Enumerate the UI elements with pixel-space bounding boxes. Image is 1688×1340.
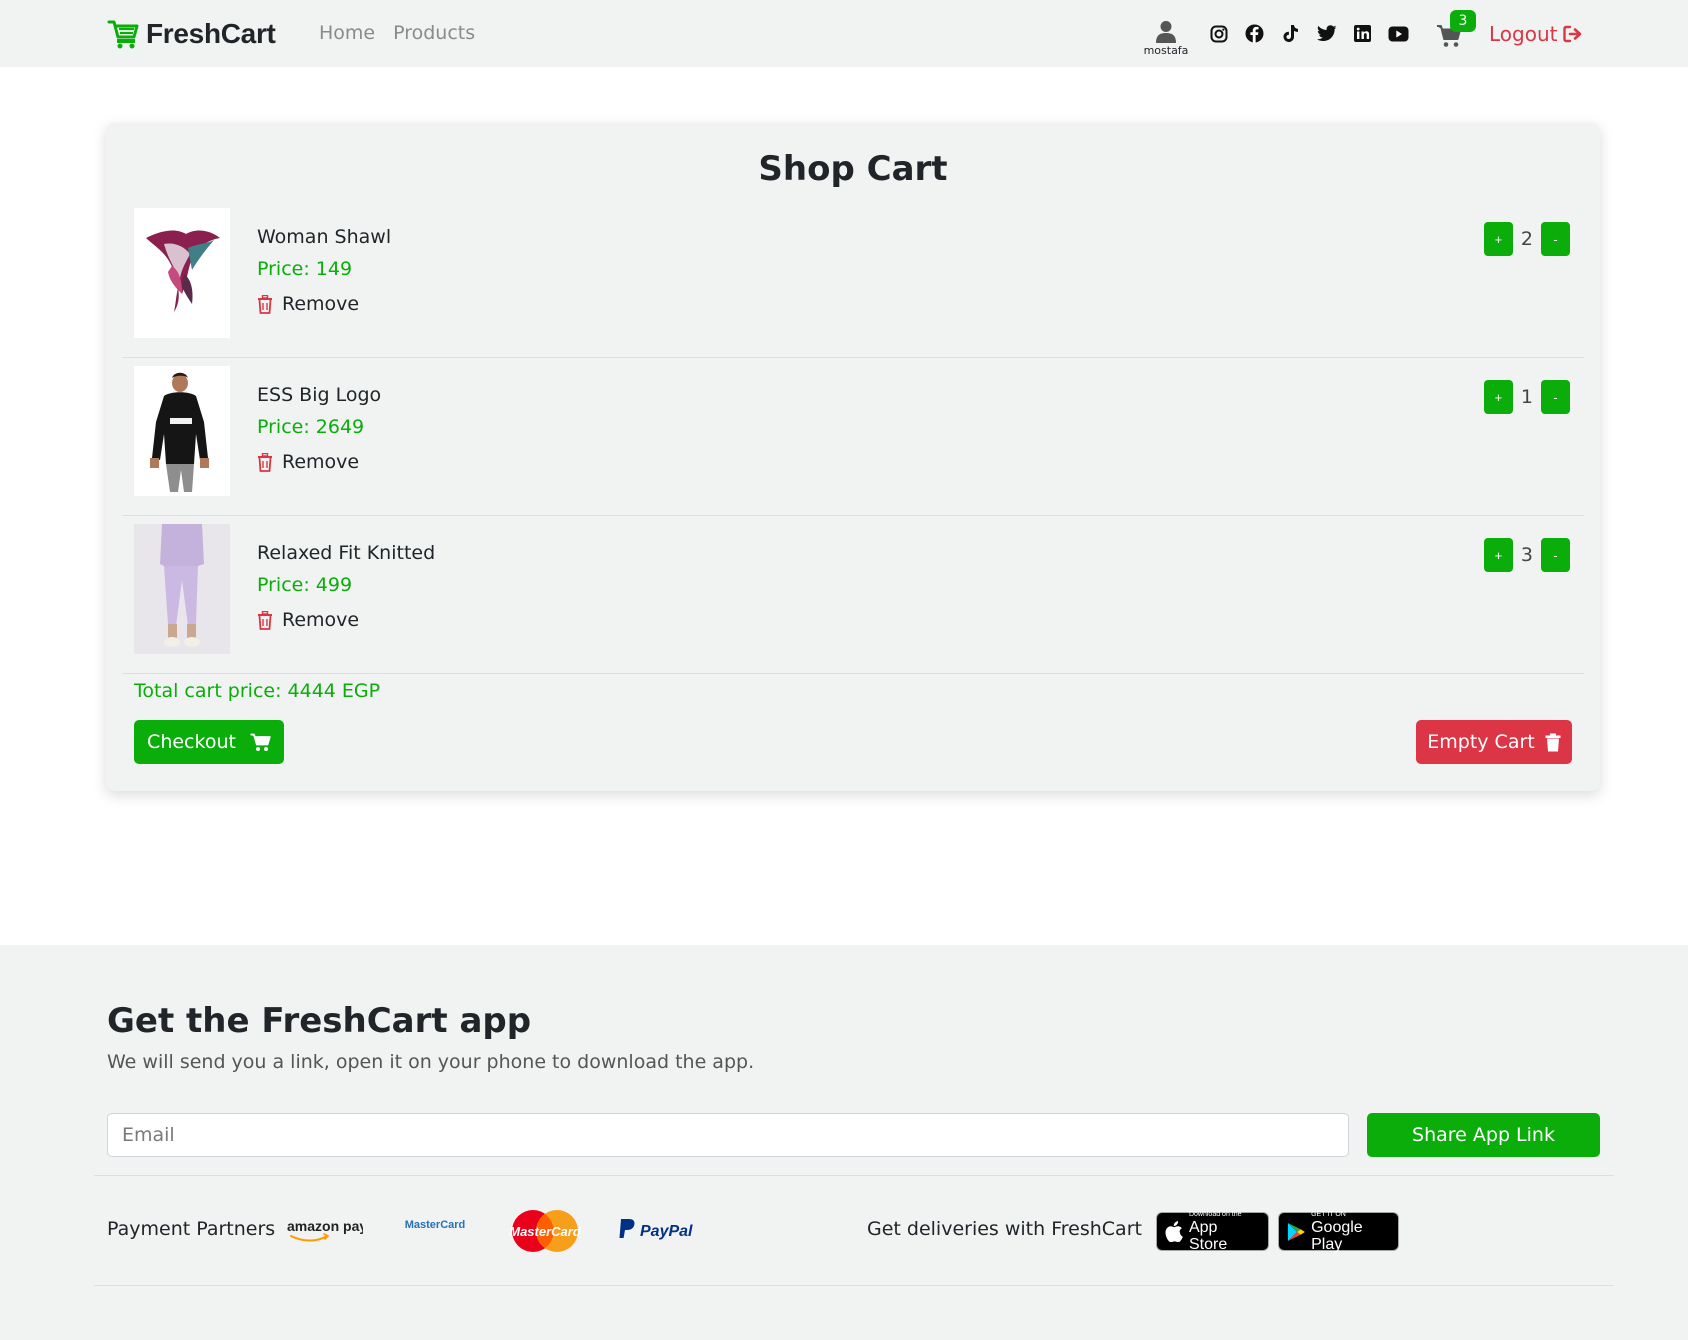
quantity-stepper: + 1 - bbox=[1483, 380, 1570, 414]
paypal-logo: PayPal bbox=[618, 1215, 696, 1245]
item-name: Relaxed Fit Knitted bbox=[257, 542, 436, 564]
nav-link-home[interactable]: Home bbox=[319, 22, 375, 44]
item-quantity: 1 bbox=[1520, 386, 1533, 408]
cart-button[interactable]: 3 bbox=[1436, 10, 1476, 48]
youtube-icon[interactable] bbox=[1388, 23, 1409, 44]
sign-out-icon bbox=[1563, 25, 1582, 43]
american-express-logo: MasterCard bbox=[398, 1215, 472, 1245]
item-quantity: 2 bbox=[1520, 228, 1533, 250]
product-image-woman-shawl[interactable] bbox=[134, 208, 230, 338]
twitter-icon[interactable] bbox=[1316, 23, 1337, 44]
cart-logo-icon bbox=[107, 20, 139, 49]
remove-label: Remove bbox=[282, 451, 360, 473]
navbar: FreshCart Home Products mostafa 3 Logout bbox=[0, 0, 1688, 67]
facebook-icon[interactable] bbox=[1244, 23, 1265, 44]
deliveries-label: Get deliveries with FreshCart bbox=[867, 1218, 1142, 1240]
empty-cart-label: Empty Cart bbox=[1427, 731, 1535, 753]
decrease-quantity-button[interactable]: - bbox=[1541, 538, 1570, 572]
nav-link-products[interactable]: Products bbox=[393, 22, 475, 44]
product-image-ess-big-logo[interactable] bbox=[134, 366, 230, 496]
cart-title: Shop Cart bbox=[758, 149, 948, 189]
remove-item-button[interactable]: Remove bbox=[257, 293, 359, 315]
footer-title: Get the FreshCart app bbox=[107, 1001, 532, 1041]
brand-logo[interactable]: FreshCart bbox=[107, 18, 276, 50]
remove-label: Remove bbox=[282, 609, 360, 631]
email-input[interactable] bbox=[107, 1113, 1349, 1157]
increase-quantity-button[interactable]: + bbox=[1483, 222, 1513, 256]
app-store-small-text: Download on the bbox=[1188, 1210, 1242, 1218]
item-name: Woman Shawl bbox=[257, 226, 392, 248]
cart-total: Total cart price: 4444 EGP bbox=[134, 680, 381, 702]
footer-subtitle: We will send you a link, open it on your… bbox=[107, 1051, 755, 1073]
share-app-link-button[interactable]: Share App Link bbox=[1367, 1113, 1600, 1157]
social-links bbox=[1208, 23, 1409, 44]
logout-label: Logout bbox=[1489, 22, 1558, 46]
logout-button[interactable]: Logout bbox=[1489, 22, 1583, 46]
checkout-label: Checkout bbox=[147, 731, 236, 753]
footer-bottom-divider bbox=[94, 1285, 1614, 1286]
google-play-big-text: Google Play bbox=[1311, 1218, 1363, 1253]
remove-item-button[interactable]: Remove bbox=[257, 609, 359, 631]
item-name: ESS Big Logo bbox=[257, 384, 382, 406]
increase-quantity-button[interactable]: + bbox=[1483, 380, 1513, 414]
remove-item-button[interactable]: Remove bbox=[257, 451, 359, 473]
increase-quantity-button[interactable]: + bbox=[1483, 538, 1513, 572]
mastercard-text: MasterCard bbox=[509, 1224, 582, 1239]
cart-item: ESS Big Logo Price: 2649 Remove + 1 - bbox=[122, 358, 1584, 516]
linkedin-icon[interactable] bbox=[1352, 23, 1373, 44]
footer: Get the FreshCart app We will send you a… bbox=[0, 945, 1688, 1340]
tiktok-icon[interactable] bbox=[1280, 23, 1301, 44]
item-quantity: 3 bbox=[1520, 544, 1533, 566]
footer-divider bbox=[94, 1175, 1614, 1176]
cart-panel: Shop Cart Woman Shawl Price: 149 Remove … bbox=[106, 123, 1600, 791]
amex-text: MasterCard bbox=[405, 1219, 466, 1231]
trash-icon bbox=[258, 294, 272, 314]
google-play-small-text: GET IT ON bbox=[1311, 1210, 1346, 1218]
decrease-quantity-button[interactable]: - bbox=[1541, 222, 1570, 256]
item-price: Price: 499 bbox=[257, 574, 353, 596]
amazon-pay-logo: amazon pay bbox=[287, 1215, 363, 1245]
quantity-stepper: + 2 - bbox=[1483, 222, 1570, 256]
product-image-relaxed-fit-knitted[interactable] bbox=[134, 524, 230, 654]
cart-item: Woman Shawl Price: 149 Remove + 2 - bbox=[122, 200, 1584, 358]
paypal-text: PayPal bbox=[640, 1223, 693, 1240]
item-price: Price: 2649 bbox=[257, 416, 365, 438]
checkout-button[interactable]: Checkout bbox=[134, 720, 284, 764]
nav-links: Home Products bbox=[319, 22, 475, 44]
brand-name: FreshCart bbox=[146, 18, 276, 49]
user-icon bbox=[1156, 21, 1176, 43]
amazon-pay-text: amazon pay bbox=[287, 1218, 363, 1234]
user-profile[interactable]: mostafa bbox=[1140, 20, 1192, 57]
app-store-badge[interactable]: Download on the App Store bbox=[1156, 1210, 1269, 1253]
apple-icon bbox=[1165, 1221, 1183, 1242]
cart-icon bbox=[250, 733, 271, 751]
trash-icon bbox=[258, 452, 272, 472]
google-play-badge[interactable]: GET IT ON Google Play bbox=[1278, 1210, 1399, 1253]
trash-icon bbox=[1545, 733, 1561, 751]
mastercard-logo: MasterCard bbox=[507, 1207, 583, 1255]
remove-label: Remove bbox=[282, 293, 360, 315]
user-name: mostafa bbox=[1143, 44, 1189, 57]
trash-icon bbox=[258, 610, 272, 630]
google-play-icon bbox=[1287, 1222, 1305, 1241]
quantity-stepper: + 3 - bbox=[1483, 538, 1570, 572]
decrease-quantity-button[interactable]: - bbox=[1541, 380, 1570, 414]
instagram-icon[interactable] bbox=[1208, 23, 1229, 44]
cart-item: Relaxed Fit Knitted Price: 499 Remove + … bbox=[122, 516, 1584, 674]
app-store-big-text: App Store bbox=[1188, 1218, 1228, 1253]
item-price: Price: 149 bbox=[257, 258, 353, 280]
empty-cart-button[interactable]: Empty Cart bbox=[1416, 720, 1572, 764]
cart-count-badge: 3 bbox=[1450, 10, 1476, 32]
payment-partners-label: Payment Partners bbox=[107, 1218, 276, 1240]
